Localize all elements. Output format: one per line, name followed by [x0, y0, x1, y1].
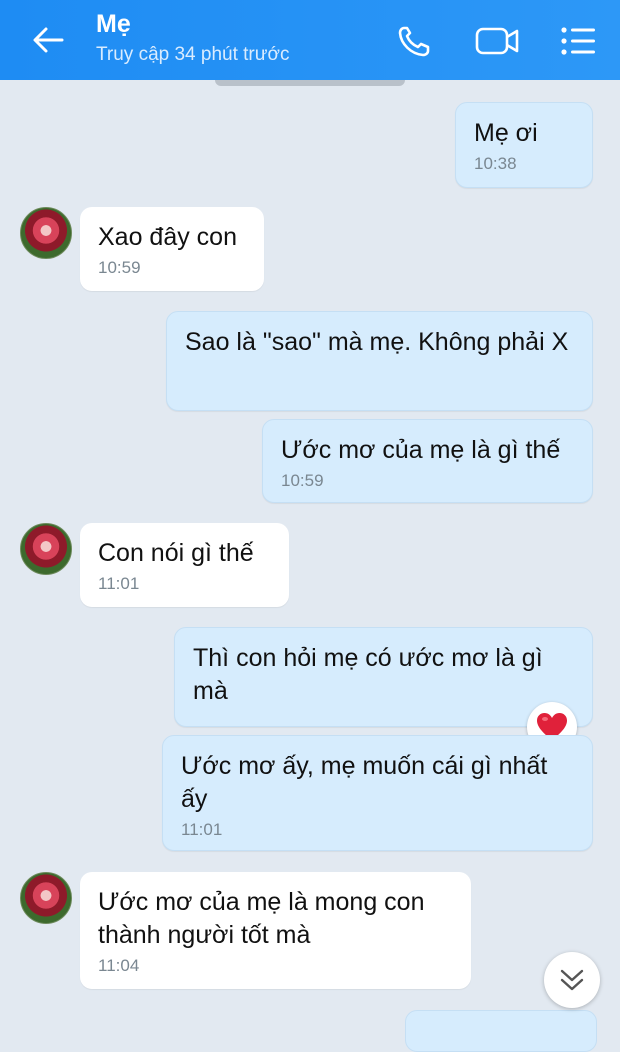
contact-avatar[interactable]: [20, 872, 72, 924]
message-bubble-outgoing[interactable]: Ước mơ ấy, mẹ muốn cái gì nhất ấy 11:01: [162, 735, 593, 851]
message-bubble-outgoing[interactable]: Ước mơ của mẹ là gì thế 10:59: [262, 419, 593, 503]
pinned-bar-edge: [215, 80, 405, 86]
contact-name[interactable]: Mẹ: [96, 10, 131, 39]
message-time: 11:01: [98, 574, 140, 593]
message-time: 10:38: [474, 154, 517, 173]
message-bubble-outgoing[interactable]: Sao là "sao" mà mẹ. Không phải X: [166, 311, 593, 411]
message-text: Ước mơ của mẹ là gì thế: [281, 436, 561, 464]
message-text: Sao là "sao" mà mẹ. Không phải X: [185, 328, 569, 356]
scroll-to-bottom-button[interactable]: [544, 952, 600, 1008]
contact-avatar[interactable]: [20, 523, 72, 575]
message-bubble-incoming[interactable]: Ước mơ của mẹ là mong con thành người tố…: [80, 872, 471, 989]
list-menu-icon: [561, 27, 595, 55]
message-bubble-outgoing[interactable]: Thì con hỏi mẹ có ước mơ là gì mà: [174, 627, 593, 727]
message-bubble-outgoing-partial[interactable]: [405, 1010, 597, 1052]
message-text: Ước mơ ấy, mẹ muốn cái gì nhất ấy: [181, 752, 548, 813]
double-chevron-down-icon: [560, 969, 584, 991]
message-time: 11:04: [98, 956, 140, 975]
back-arrow-icon: [33, 27, 64, 53]
chat-menu-button[interactable]: [556, 22, 600, 60]
call-button[interactable]: [394, 22, 438, 60]
message-bubble-outgoing[interactable]: Mẹ ơi 10:38: [455, 102, 593, 188]
message-text: Xao đây con: [98, 223, 237, 251]
message-time: 10:59: [98, 258, 141, 277]
message-text: Con nói gì thế: [98, 539, 254, 567]
message-text: Thì con hỏi mẹ có ước mơ là gì mà: [193, 644, 543, 705]
last-seen-status: Truy cập 34 phút trước: [96, 44, 290, 65]
message-text: Mẹ ơi: [474, 119, 538, 147]
video-call-button[interactable]: [474, 22, 519, 60]
message-bubble-incoming[interactable]: Con nói gì thế 11:01: [80, 523, 289, 607]
back-button[interactable]: [28, 22, 68, 58]
message-time: 10:59: [281, 471, 324, 490]
contact-avatar[interactable]: [20, 207, 72, 259]
message-time: 11:01: [181, 820, 223, 839]
message-bubble-incoming[interactable]: Xao đây con 10:59: [80, 207, 264, 291]
chat-header: Mẹ Truy cập 34 phút trước: [0, 0, 620, 80]
phone-icon: [398, 26, 430, 57]
video-camera-icon: [475, 27, 519, 55]
message-text: Ước mơ của mẹ là mong con thành người tố…: [98, 888, 425, 949]
